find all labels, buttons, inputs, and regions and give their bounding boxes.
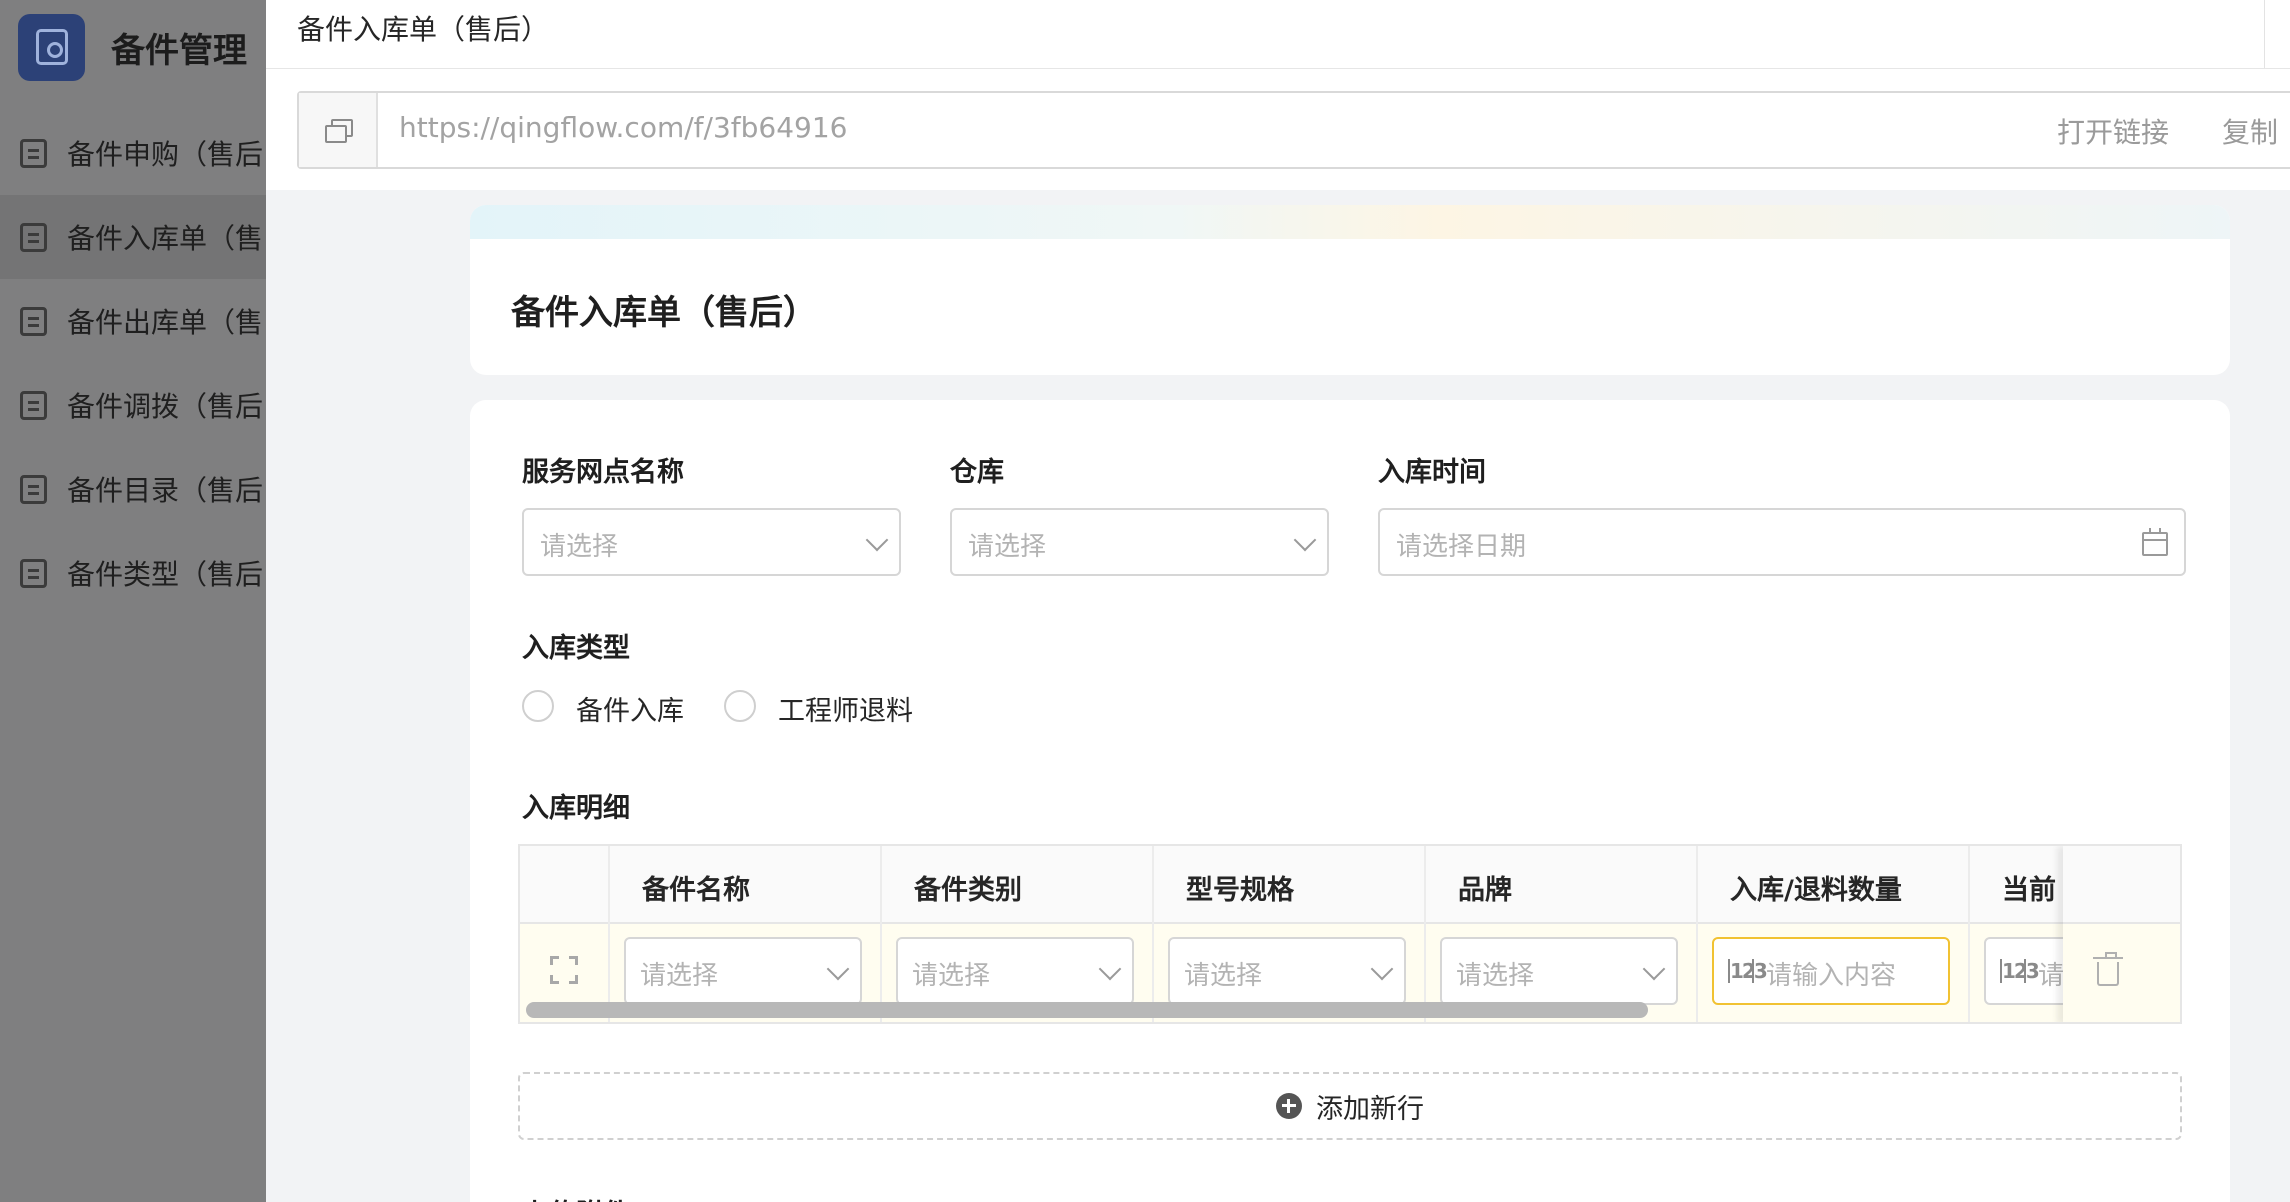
header-divider	[2264, 0, 2265, 68]
table-header: 备件名称 备件类别 型号规格 品牌 入库/退料数量 当前	[520, 846, 2180, 924]
chevron-down-icon	[1293, 528, 1317, 552]
radio-parts-inbound[interactable]	[522, 690, 554, 722]
sidebar-item-label: 备件类型（售后	[67, 558, 264, 591]
warehouse-label: 仓库	[950, 457, 1004, 488]
attachment-section-label: 上传附件	[522, 1192, 630, 1202]
column-divider	[1968, 846, 1970, 1022]
input-placeholder: 请输入内容	[1766, 961, 1897, 991]
panel-header: 备件入库单（售后） https://qingflow.com/f/3fb6491…	[266, 0, 2290, 190]
column-header-current: 当前	[2002, 875, 2056, 906]
panel-title: 备件入库单（售后）	[297, 13, 550, 46]
form-preview-panel: 备件入库单（售后） https://qingflow.com/f/3fb6491…	[266, 0, 2290, 1202]
chevron-down-icon	[1370, 957, 1394, 981]
column-divider	[880, 846, 882, 1022]
inbound-date-picker[interactable]: 请选择日期	[1378, 508, 2186, 576]
column-divider	[608, 846, 610, 1022]
open-link-button[interactable]: 打开链接	[2057, 111, 2169, 151]
app-name: 备件管理	[111, 30, 247, 71]
chevron-down-icon	[826, 957, 850, 981]
delete-row-icon[interactable]	[2093, 952, 2123, 986]
form-icon	[20, 474, 47, 504]
sidebar-nav: 备件申购（售后 备件入库单（售 备件出库单（售 备件调拨（售后 备件目录（售后 …	[0, 111, 266, 615]
form-body-card: 服务网点名称 请选择 仓库 请选择 入库时间 请选择日期 入库类型 备件入库 工…	[470, 400, 2230, 1202]
sidebar-item-transfer[interactable]: 备件调拨（售后	[0, 363, 266, 447]
inbound-time-label: 入库时间	[1378, 457, 1486, 488]
share-url[interactable]: https://qingflow.com/f/3fb64916	[399, 111, 847, 144]
form-icon	[20, 558, 47, 588]
part-category-select[interactable]: 请选择	[896, 937, 1134, 1005]
form-title: 备件入库单（售后）	[511, 293, 817, 333]
expand-row-icon[interactable]	[550, 956, 578, 984]
plus-circle-icon	[1276, 1093, 1302, 1119]
column-divider	[1152, 846, 1154, 1022]
title-divider	[266, 68, 2290, 69]
service-point-label: 服务网点名称	[522, 457, 684, 488]
select-placeholder: 请选择	[968, 532, 1047, 562]
fixed-action-column	[2063, 846, 2180, 1022]
select-placeholder: 请选择	[640, 961, 719, 991]
link-copy-icon	[324, 119, 353, 143]
column-header-category: 备件类别	[914, 875, 1022, 906]
sidebar-item-inbound[interactable]: 备件入库单（售	[0, 195, 266, 279]
number-icon: 123	[2000, 959, 2040, 983]
add-row-button[interactable]: 添加新行	[518, 1072, 2182, 1140]
column-header-brand: 品牌	[1458, 875, 1512, 906]
form-icon	[20, 138, 47, 168]
form-icon	[20, 390, 47, 420]
warehouse-select[interactable]: 请选择	[950, 508, 1329, 576]
number-icon: 123	[1728, 959, 1768, 983]
sidebar-item-catalog[interactable]: 备件目录（售后	[0, 447, 266, 531]
part-name-select[interactable]: 请选择	[624, 937, 862, 1005]
add-row-label: 添加新行	[1316, 1093, 1424, 1125]
column-header-model: 型号规格	[1186, 875, 1294, 906]
current-stock-input[interactable]: 123 请	[1984, 937, 2074, 1005]
service-point-select[interactable]: 请选择	[522, 508, 901, 576]
column-header-quantity: 入库/退料数量	[1730, 875, 1902, 906]
chevron-down-icon	[1642, 957, 1666, 981]
inbound-detail-label: 入库明细	[522, 793, 630, 824]
sidebar-item-label: 备件入库单（售	[67, 222, 264, 255]
chevron-down-icon	[1098, 957, 1122, 981]
radio-label-engineer-return[interactable]: 工程师退料	[778, 689, 913, 728]
form-banner	[470, 205, 2230, 239]
chevron-down-icon	[865, 528, 889, 552]
share-link-bar: https://qingflow.com/f/3fb64916 打开链接 复制	[297, 91, 2290, 169]
date-placeholder: 请选择日期	[1396, 532, 1527, 562]
calendar-icon	[2142, 528, 2168, 556]
sidebar-item-label: 备件申购（售后	[67, 138, 264, 171]
brand-select[interactable]: 请选择	[1440, 937, 1678, 1005]
select-placeholder: 请选择	[1184, 961, 1263, 991]
sidebar-item-label: 备件出库单（售	[67, 306, 264, 339]
quantity-input[interactable]: 123 请输入内容	[1712, 937, 1950, 1005]
inbound-detail-table: 备件名称 备件类别 型号规格 品牌 入库/退料数量 当前 请选择 请选择 请选择…	[518, 844, 2182, 1024]
copy-link-button[interactable]: 复制	[2222, 111, 2278, 151]
sidebar-item-label: 备件调拨（售后	[67, 390, 264, 423]
inbound-type-label: 入库类型	[522, 633, 630, 664]
link-icon-cell	[299, 93, 378, 167]
column-divider	[1696, 846, 1698, 1022]
input-placeholder: 请	[2038, 961, 2065, 991]
radio-engineer-return[interactable]	[724, 690, 756, 722]
sidebar-item-label: 备件目录（售后	[67, 474, 264, 507]
model-spec-select[interactable]: 请选择	[1168, 937, 1406, 1005]
column-header-part-name: 备件名称	[642, 875, 750, 906]
column-divider	[1424, 846, 1426, 1022]
select-placeholder: 请选择	[1456, 961, 1535, 991]
form-icon	[20, 306, 47, 336]
radio-label-parts-inbound[interactable]: 备件入库	[576, 689, 684, 728]
sidebar-item-outbound[interactable]: 备件出库单（售	[0, 279, 266, 363]
form-icon	[20, 222, 47, 252]
select-placeholder: 请选择	[540, 532, 619, 562]
form-header-card: 备件入库单（售后）	[470, 205, 2230, 375]
sidebar-item-type[interactable]: 备件类型（售后	[0, 531, 266, 615]
sidebar-item-purchase[interactable]: 备件申购（售后	[0, 111, 266, 195]
app-sidebar: 备件管理 备件申购（售后 备件入库单（售 备件出库单（售 备件调拨（售后 备件目…	[0, 0, 266, 1202]
app-logo-icon	[18, 13, 85, 81]
select-placeholder: 请选择	[912, 961, 991, 991]
table-horizontal-scrollbar[interactable]	[526, 1002, 1648, 1018]
app-header: 备件管理	[18, 12, 247, 82]
